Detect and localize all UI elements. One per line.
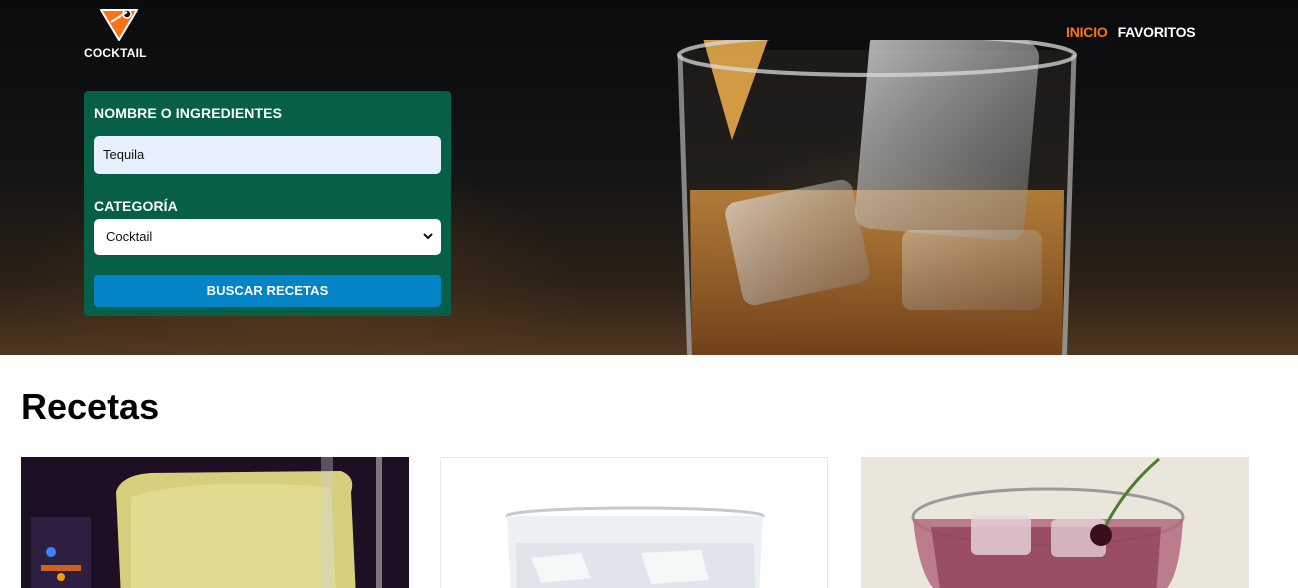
name-ingredients-input[interactable]: Tequila: [94, 136, 441, 174]
main-nav: INICIO FAVORITOS: [1066, 24, 1196, 40]
brand-logo[interactable]: COCKTAIL: [84, 4, 154, 60]
recipe-card-image-3[interactable]: [861, 457, 1249, 588]
recipes-heading: Recetas: [21, 386, 160, 427]
chevron-down-icon: [423, 233, 433, 240]
red-cocktail-cherry-photo: [861, 457, 1249, 588]
recipe-search-form: NOMBRE O INGREDIENTES Tequila CATEGORÍA …: [84, 91, 451, 316]
yellow-cocktail-photo: [21, 457, 409, 588]
cocktail-logo-icon: [100, 9, 138, 41]
recipe-card-image-2[interactable]: [440, 457, 828, 588]
search-recipes-button[interactable]: BUSCAR RECETAS: [94, 275, 441, 307]
category-selected-value: Cocktail: [106, 229, 153, 244]
clear-drink-photo: [441, 458, 827, 588]
name-ingredients-label: NOMBRE O INGREDIENTES: [94, 105, 283, 121]
category-label: CATEGORÍA: [94, 198, 178, 214]
nav-link-favoritos[interactable]: FAVORITOS: [1118, 24, 1196, 40]
brand-name: COCKTAIL: [84, 46, 147, 60]
hero-banner: COCKTAIL INICIO FAVORITOS NOMBRE O INGRE…: [0, 0, 1298, 355]
category-select[interactable]: Cocktail: [94, 219, 441, 255]
cocktail-glass-image: [677, 40, 1077, 355]
recipe-card-image-1[interactable]: [21, 457, 409, 588]
nav-link-inicio[interactable]: INICIO: [1066, 24, 1108, 40]
